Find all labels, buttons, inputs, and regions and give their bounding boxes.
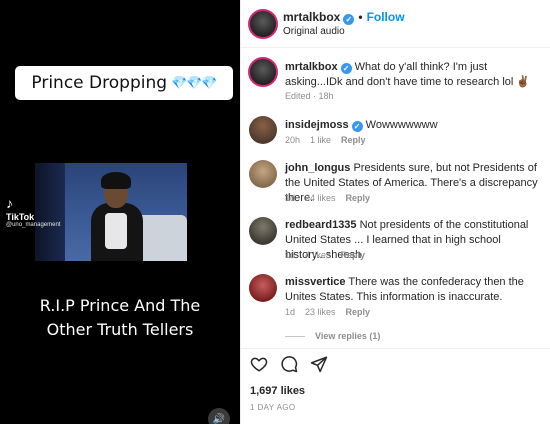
share-icon[interactable] xyxy=(310,355,328,373)
separator-dot: • xyxy=(358,10,363,24)
comment-meta: 1d 4 likes Reply xyxy=(285,250,375,260)
post-timestamp: 1 DAY AGO xyxy=(250,403,296,412)
reply-button[interactable]: Reply xyxy=(346,307,371,317)
comment-icon[interactable] xyxy=(280,355,298,373)
comment-time: 1d xyxy=(285,250,296,260)
tiktok-brand: TikTok xyxy=(6,212,35,222)
reply-button[interactable]: Reply xyxy=(346,193,371,203)
comment-meta: 1d 24 likes Reply xyxy=(285,193,380,203)
reply-button[interactable]: Reply xyxy=(341,250,366,260)
comment-likes[interactable]: 24 likes xyxy=(305,193,336,203)
post-actions xyxy=(250,355,328,373)
verified-icon: ✓ xyxy=(340,63,352,74)
header-username[interactable]: mrtalkbox xyxy=(283,10,340,24)
comment-likes[interactable]: 23 likes xyxy=(305,307,336,317)
comment-username[interactable]: missvertice xyxy=(285,276,346,288)
verified-icon: ✓ xyxy=(351,121,363,132)
reply-button[interactable]: Reply xyxy=(341,135,366,145)
comment-meta: 1d 23 likes Reply xyxy=(285,307,380,317)
view-replies-button[interactable]: View replies (1) xyxy=(285,331,380,341)
avatar[interactable] xyxy=(249,116,277,144)
comment-meta: 20h 1 like Reply xyxy=(285,135,376,145)
avatar[interactable] xyxy=(249,160,277,188)
likes-count[interactable]: 1,697 likes xyxy=(250,385,305,397)
video-caption-bottom-line2: Other Truth Tellers xyxy=(46,320,194,339)
comment-time: 20h xyxy=(285,135,301,145)
tiktok-watermark: ♪ TikTok @uno_management xyxy=(6,196,60,228)
verified-icon: ✓ xyxy=(343,14,355,25)
avatar[interactable] xyxy=(249,274,277,302)
tiktok-handle: @uno_management xyxy=(6,222,61,228)
comment-username[interactable]: insidejmoss xyxy=(285,119,349,131)
video-caption-bottom-line1: R.I.P Prince And The xyxy=(39,296,201,315)
avatar[interactable] xyxy=(248,57,278,87)
tiktok-icon: ♪ xyxy=(6,195,13,211)
video-caption-bottom: R.I.P Prince And The Other Truth Tellers xyxy=(0,294,240,342)
heart-icon[interactable] xyxy=(250,355,268,373)
comment: missvertice There was the confederacy th… xyxy=(285,275,547,305)
comment-username[interactable]: john_longus xyxy=(285,162,350,174)
caption-username[interactable]: mrtalkbox xyxy=(285,61,338,73)
follow-button[interactable]: Follow xyxy=(367,10,405,24)
comment-username[interactable]: redbeard1335 xyxy=(285,219,357,231)
comment-likes[interactable]: 4 likes xyxy=(305,250,331,260)
divider xyxy=(240,348,550,349)
post-caption: mrtalkbox ✓ What do y'all think? I'm just… xyxy=(285,60,547,90)
comment-likes[interactable]: 1 like xyxy=(310,135,331,145)
diamond-emoji: 💎💎💎 xyxy=(171,75,218,91)
divider xyxy=(240,47,550,48)
video-caption-top: Prince Dropping 💎💎💎 xyxy=(15,66,233,100)
view-replies-label: View replies (1) xyxy=(315,331,381,341)
video-player[interactable]: Prince Dropping 💎💎💎 ♪ TikTok @uno_manage… xyxy=(0,0,240,424)
avatar[interactable] xyxy=(248,9,278,39)
comment-text: Wowwwwwww xyxy=(365,119,438,131)
video-caption-top-text: Prince Dropping xyxy=(31,73,168,93)
caption-meta: Edited · 18h xyxy=(285,91,334,101)
speaker-icon[interactable]: 🔊 xyxy=(208,408,230,424)
comment: insidejmoss ✓ Wowwwwwww xyxy=(285,118,547,133)
avatar[interactable] xyxy=(249,217,277,245)
replies-line xyxy=(285,335,305,337)
comment-time: 1d xyxy=(285,307,296,317)
original-audio-link[interactable]: Original audio xyxy=(283,26,345,37)
post-header: mrtalkbox ✓ • Follow xyxy=(283,10,405,25)
comment-time: 1d xyxy=(285,193,296,203)
